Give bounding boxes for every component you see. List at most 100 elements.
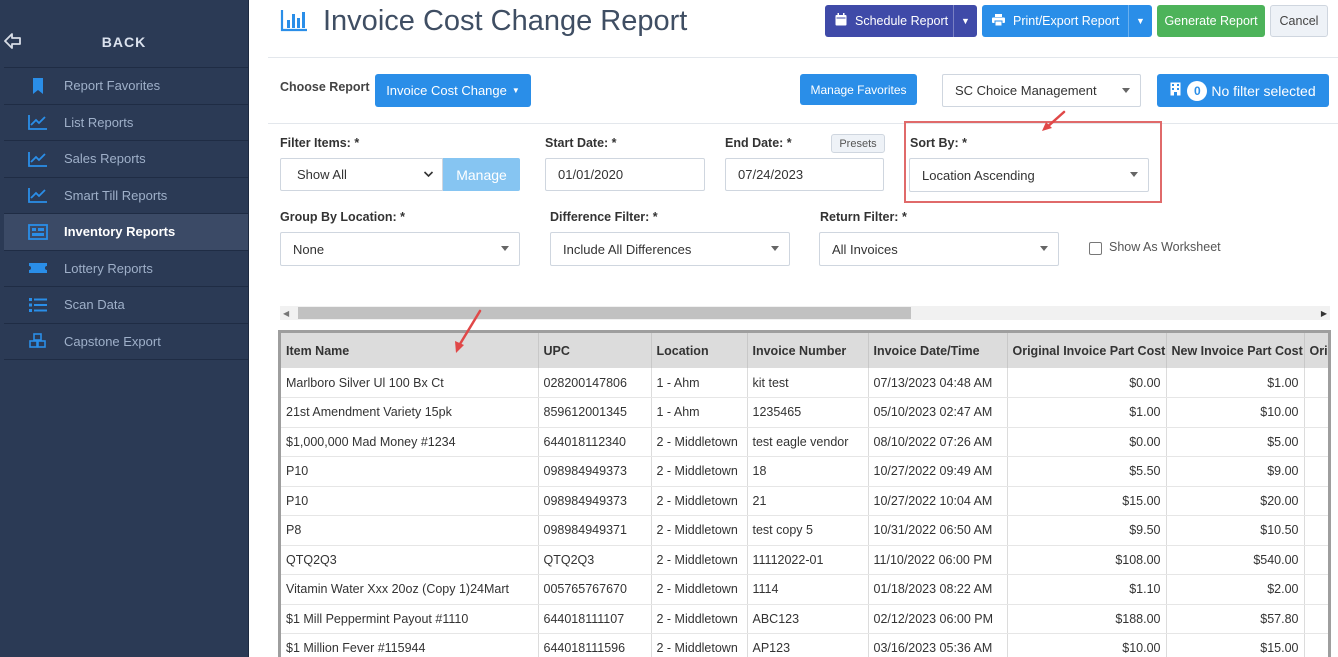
schedule-report-button[interactable]: Schedule Report ▼ [825, 5, 977, 37]
return-filter-value: All Invoices [832, 241, 898, 257]
column-header[interactable]: Item Name [281, 333, 539, 368]
sort-by-select[interactable]: Location Ascending [909, 158, 1149, 192]
table-cell: 644018111596 [538, 633, 652, 657]
show-as-worksheet-checkbox[interactable] [1089, 242, 1102, 255]
choose-report-dropdown[interactable]: Invoice Cost Change ▼ [375, 74, 531, 107]
column-header[interactable]: Orig [1304, 333, 1328, 368]
table-cell: 10/31/2022 06:50 AM [868, 515, 1008, 546]
horizontal-scrollbar[interactable]: ◀ ▶ [280, 306, 1330, 320]
table-cell: 10/27/2022 10:04 AM [868, 486, 1008, 516]
table-cell: $1,000,000 Mad Money #1234 [281, 427, 539, 457]
group-by-location-select[interactable]: None [280, 232, 520, 266]
table-cell: $5.50 [1007, 456, 1167, 487]
caret-down-icon [1122, 88, 1130, 93]
table-cell: $9.00 [1166, 456, 1305, 487]
difference-filter-select[interactable]: Include All Differences [550, 232, 790, 266]
table-cell: 03/16/2023 05:36 AM [868, 633, 1008, 657]
table-cell: 05/10/2023 02:47 AM [868, 397, 1008, 428]
table-row[interactable]: P10 098984949373 2 - Middletown 18 10/27/202… [281, 456, 1328, 487]
table-cell [1304, 427, 1328, 457]
sidebar-item-scan-data[interactable]: Scan Data [0, 287, 248, 324]
table-cell: 859612001345 [538, 397, 652, 428]
table-row[interactable]: P10 098984949373 2 - Middletown 21 10/27/202… [281, 486, 1328, 516]
table-cell: $57.80 [1166, 604, 1305, 634]
generate-report-button[interactable]: Generate Report [1157, 5, 1265, 37]
presets-button[interactable]: Presets [831, 134, 885, 153]
start-date-input[interactable]: 01/01/2020 [545, 158, 705, 191]
column-header[interactable]: Location [651, 333, 748, 368]
sidebar-item-sales-reports[interactable]: Sales Reports [0, 141, 248, 178]
table-cell [1304, 515, 1328, 546]
table-cell: $1 Million Fever #115944 [281, 633, 539, 657]
return-filter-select[interactable]: All Invoices [819, 232, 1059, 266]
printer-icon [992, 13, 1005, 29]
table-cell: 11112022-01 [747, 545, 869, 575]
sidebar-item-label: Report Favorites [64, 78, 161, 94]
column-header[interactable]: Invoice Date/Time [868, 333, 1008, 368]
print-export-button[interactable]: Print/Export Report ▼ [982, 5, 1152, 37]
line-chart-icon [28, 151, 48, 167]
table-cell: $1.10 [1007, 574, 1167, 605]
table-row[interactable]: $1 Million Fever #115944 644018111596 2 - … [281, 633, 1328, 657]
sidebar-item-list-reports[interactable]: List Reports [0, 105, 248, 141]
column-header[interactable]: Invoice Number [747, 333, 869, 368]
scroll-left-icon[interactable]: ◀ [283, 309, 289, 318]
group-by-location-value: None [293, 241, 325, 257]
table-cell: P10 [281, 486, 539, 516]
line-chart-icon [28, 187, 48, 204]
caret-down-icon [501, 246, 509, 251]
table-cell: $10.00 [1007, 633, 1167, 657]
back-button[interactable]: BACK [0, 0, 248, 68]
table-cell [1304, 604, 1328, 634]
start-date-label: Start Date: * [545, 136, 617, 150]
return-filter-label: Return Filter: * [820, 210, 907, 224]
table-row[interactable]: Marlboro Silver Ul 100 Bx Ct 028200147806… [281, 368, 1328, 398]
cancel-button[interactable]: Cancel [1270, 5, 1328, 37]
table-cell: 2 - Middletown [651, 427, 748, 457]
column-header[interactable]: Original Invoice Part Cost [1007, 333, 1167, 368]
end-date-input[interactable]: 07/24/2023 [725, 158, 884, 191]
filter-button[interactable]: 0 No filter selected [1157, 74, 1329, 107]
table-row[interactable]: Vitamin Water Xxx 20oz (Copy 1)24Mart 005… [281, 574, 1328, 605]
table-row[interactable]: $1 Mill Peppermint Payout #1110 644018111… [281, 604, 1328, 634]
annotation-arrow-icon [1042, 110, 1066, 131]
organization-select[interactable]: SC Choice Management [942, 74, 1141, 107]
sidebar-item-report-favorites[interactable]: Report Favorites [0, 68, 248, 105]
sidebar-item-smart-till-reports[interactable]: Smart Till Reports [0, 178, 248, 214]
table-cell: P10 [281, 456, 539, 487]
manage-favorites-button[interactable]: Manage Favorites [800, 74, 917, 105]
table-cell: 1114 [747, 574, 869, 605]
table-cell [1304, 368, 1328, 398]
table-cell: 644018111107 [538, 604, 652, 634]
table-row[interactable]: P8 098984949371 2 - Middletown test copy 51… [281, 515, 1328, 546]
difference-filter-value: Include All Differences [563, 241, 692, 257]
schedule-dropdown-toggle[interactable]: ▼ [953, 5, 977, 37]
scrollbar-thumb[interactable] [298, 307, 911, 319]
filter-items-select[interactable]: Show All [280, 158, 443, 191]
table-cell: $540.00 [1166, 545, 1305, 575]
bar-chart-icon [280, 8, 308, 32]
show-as-worksheet-label: Show As Worksheet [1109, 240, 1221, 254]
column-header[interactable]: UPC [538, 333, 652, 368]
table-cell: $5.00 [1166, 427, 1305, 457]
scroll-right-icon[interactable]: ▶ [1321, 309, 1327, 318]
difference-filter-label: Difference Filter: * [550, 210, 658, 224]
sidebar-item-capstone-export[interactable]: Capstone Export [0, 324, 248, 360]
group-by-location-label: Group By Location: * [280, 210, 405, 224]
inventory-icon [28, 223, 48, 240]
table-header-row: Item Name UPC Location Invoice Number Invoic… [281, 333, 1328, 368]
ticket-icon [28, 260, 48, 276]
table-cell: AP123 [747, 633, 869, 657]
print-dropdown-toggle[interactable]: ▼ [1128, 5, 1152, 37]
cubes-icon [28, 333, 48, 349]
sidebar-item-inventory-reports[interactable]: Inventory Reports [0, 214, 248, 251]
table-row[interactable]: 21st Amendment Variety 15pk 859612001345 1… [281, 397, 1328, 428]
sidebar-item-lottery-reports[interactable]: Lottery Reports [0, 251, 248, 287]
table-cell: 11/10/2022 06:00 PM [868, 545, 1008, 575]
caret-down-icon [1130, 172, 1138, 177]
choose-report-value: Invoice Cost Change [386, 83, 507, 98]
table-row[interactable]: QTQ2Q3 QTQ2Q3 2 - Middletown 11112022-01 11/… [281, 545, 1328, 575]
column-header[interactable]: New Invoice Part Cost [1166, 333, 1305, 368]
table-row[interactable]: $1,000,000 Mad Money #1234 644018112340 2 … [281, 427, 1328, 457]
manage-button[interactable]: Manage [443, 158, 520, 191]
